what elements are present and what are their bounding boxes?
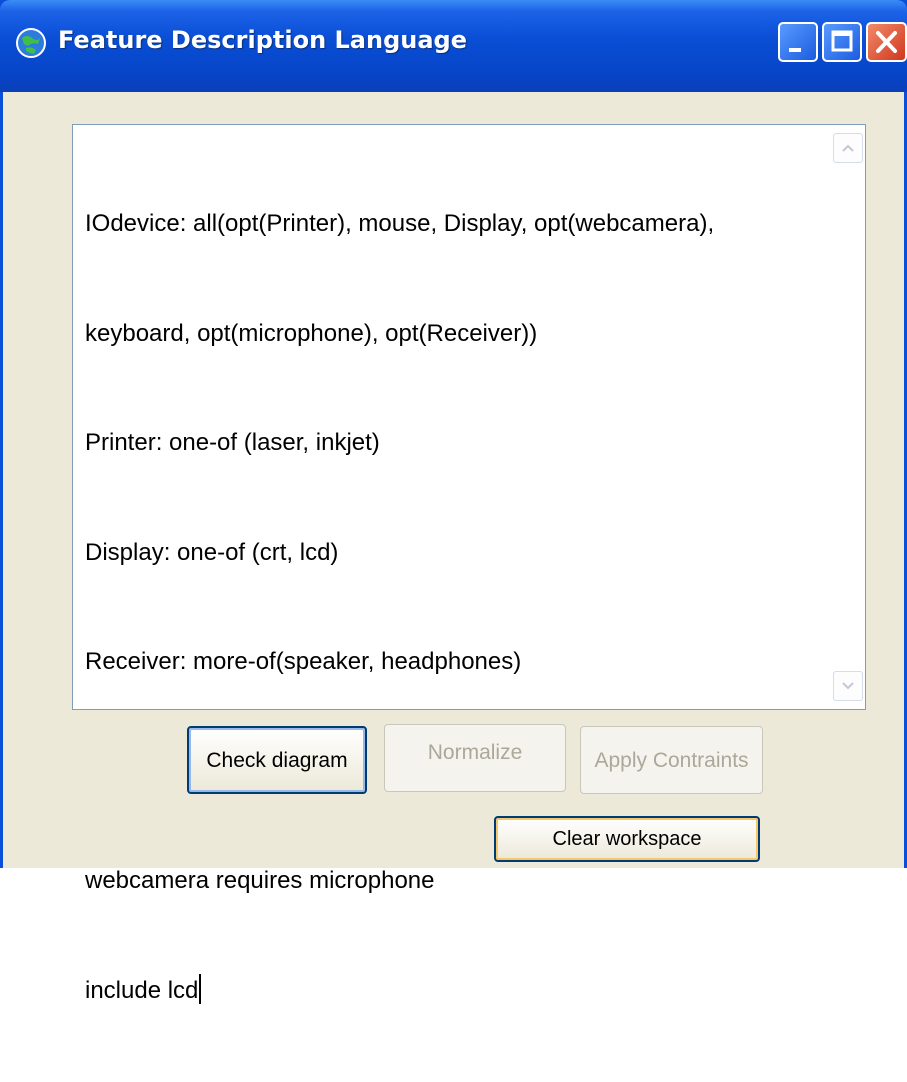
window-title: Feature Description Language bbox=[58, 26, 467, 54]
maximize-icon[interactable] bbox=[822, 22, 862, 62]
close-icon[interactable] bbox=[866, 22, 907, 62]
scroll-up-button[interactable] bbox=[833, 133, 863, 163]
clear-workspace-button[interactable]: Clear workspace bbox=[494, 816, 760, 862]
editor-line: Display: one-of (crt, lcd) bbox=[85, 538, 339, 566]
scroll-down-button[interactable] bbox=[833, 671, 863, 701]
fdl-editor-textarea[interactable]: IOdevice: all(opt(Printer), mouse, Displ… bbox=[72, 124, 866, 1004]
title-bar[interactable]: Feature Description Language bbox=[0, 0, 907, 92]
apply-constraints-label: Apply Contraints bbox=[594, 749, 749, 772]
editor-line-last: include lcd bbox=[85, 973, 825, 1010]
vertical-scrollbar[interactable] bbox=[831, 125, 865, 709]
check-diagram-button[interactable]: Check diagram bbox=[187, 726, 367, 794]
apply-constraints-button[interactable]: Apply Contraints bbox=[580, 726, 763, 794]
chevron-up-icon bbox=[842, 144, 854, 152]
globe-app-icon bbox=[16, 28, 46, 58]
check-diagram-label: Check diagram bbox=[206, 749, 348, 772]
normalize-button[interactable]: Normalize bbox=[384, 724, 566, 792]
editor-line: webcamera requires microphone bbox=[85, 867, 435, 894]
app-window: Feature Description Language IOdevice: a… bbox=[0, 0, 907, 1004]
chevron-down-icon bbox=[842, 682, 854, 690]
editor-line: Receiver: more-of(speaker, headphones) bbox=[85, 648, 522, 675]
editor-text[interactable]: IOdevice: all(opt(Printer), mouse, Displ… bbox=[85, 133, 825, 1082]
editor-line: keyboard, opt(microphone), opt(Receiver)… bbox=[85, 319, 538, 347]
clear-workspace-label: Clear workspace bbox=[552, 828, 702, 850]
minimize-icon[interactable] bbox=[778, 22, 818, 62]
text-caret bbox=[199, 973, 202, 1004]
editor-line-text: include lcd bbox=[85, 976, 199, 1004]
editor-line: Printer: one-of (laser, inkjet) bbox=[85, 429, 380, 456]
editor-line: IOdevice: all(opt(Printer), mouse, Displ… bbox=[85, 210, 715, 237]
normalize-label: Normalize bbox=[427, 741, 523, 764]
